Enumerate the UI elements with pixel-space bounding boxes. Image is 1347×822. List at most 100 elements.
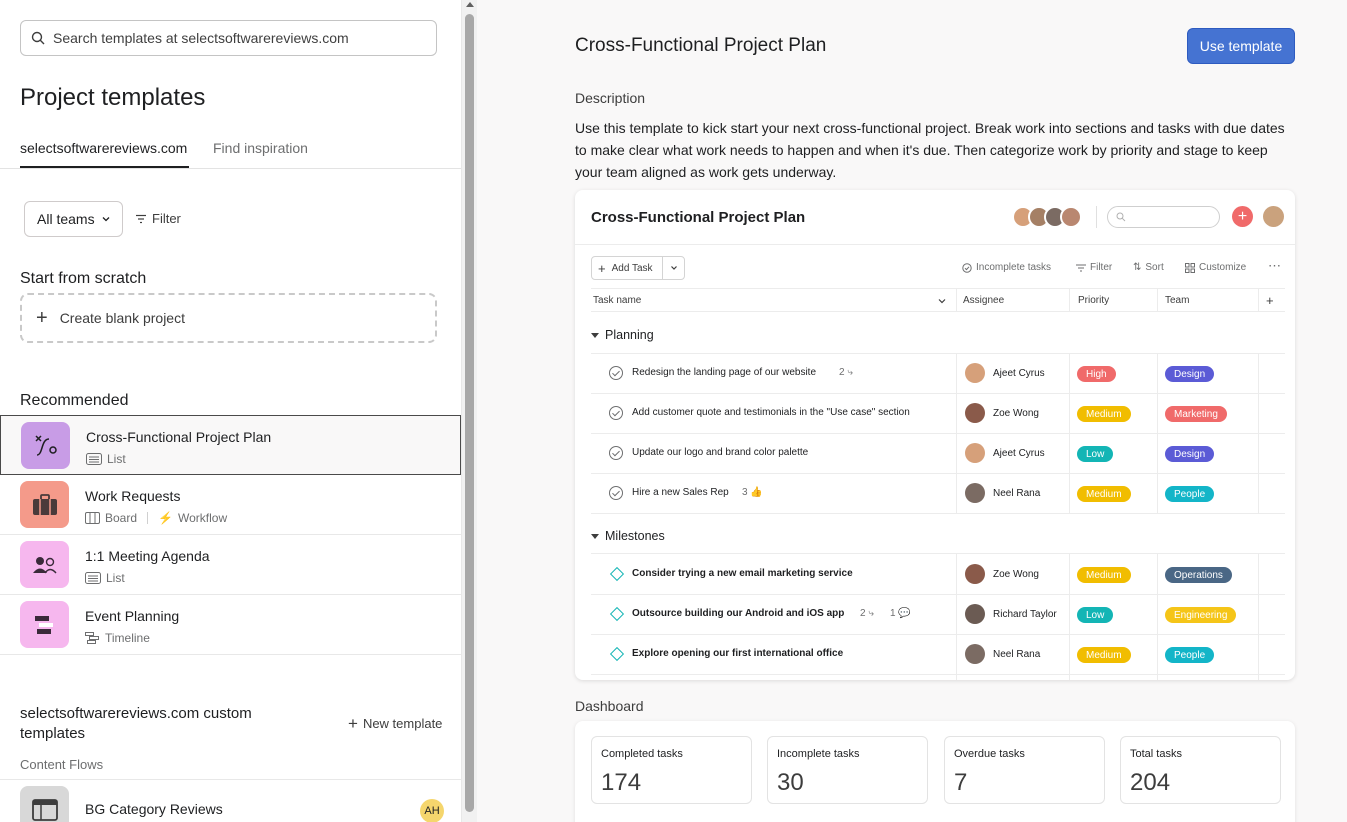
dashboard-preview: Completed tasks 174 Incomplete tasks 30 … <box>575 721 1295 822</box>
comment-number: 1 <box>890 608 896 619</box>
stat-card-completed: Completed tasks 174 <box>591 736 752 804</box>
teams-dropdown[interactable]: All teams <box>24 201 123 237</box>
section-name: Milestones <box>605 529 665 543</box>
col-priority: Priority <box>1078 295 1110 306</box>
thumbs-up-icon: 👍 <box>750 487 763 498</box>
sort-label: Sort <box>1145 262 1164 273</box>
scroll-up-arrow-icon[interactable] <box>466 2 474 7</box>
priority-badge: Medium <box>1077 647 1131 663</box>
avatar <box>1263 206 1284 227</box>
triangle-down-icon <box>591 533 599 539</box>
assignee-name: Neel Rana <box>993 648 1041 660</box>
template-item-work-requests[interactable]: Work Requests Board ⚡ Workflow <box>0 475 461 535</box>
task-name: Redesign the landing page of our website <box>632 367 817 378</box>
section-planning: Planning <box>591 328 654 342</box>
divider <box>956 288 957 312</box>
chevron-down-icon <box>102 217 110 222</box>
member-avatars <box>1012 206 1082 228</box>
template-views: List <box>86 452 126 466</box>
subtask-icon: ⤷ <box>868 608 874 619</box>
priority-badge: Low <box>1077 607 1114 623</box>
use-template-button[interactable]: Use template <box>1187 28 1295 64</box>
triangle-down-icon <box>591 332 599 338</box>
filter-button[interactable]: Filter <box>135 211 181 226</box>
divider <box>1069 288 1070 312</box>
dashboard-label: Dashboard <box>575 698 644 714</box>
section-name: Planning <box>605 328 654 342</box>
milestone-icon <box>609 606 625 622</box>
avatar: AH <box>420 799 444 822</box>
preview-sort: ⇅ Sort <box>1133 262 1164 273</box>
view-label: List <box>107 452 126 466</box>
divider <box>1096 206 1097 228</box>
template-title: Cross-Functional Project Plan <box>575 35 827 56</box>
assignee: Ajeet Cyrus <box>965 363 1045 383</box>
comment-count: 1 💬 <box>890 608 911 619</box>
assignee: Neel Rana <box>965 483 1040 503</box>
timeline-view-icon <box>85 632 99 644</box>
template-item-bg-category-reviews[interactable]: BG Category Reviews AH <box>0 779 461 822</box>
assignee: Zoe Wong <box>965 564 1039 584</box>
template-views: List <box>85 571 125 585</box>
add-icon: + <box>1232 206 1253 227</box>
filter-icon <box>136 214 146 223</box>
check-circle-icon <box>609 366 623 380</box>
new-template-button[interactable]: + New template <box>348 715 442 732</box>
subtask-number: 2 <box>860 608 866 619</box>
create-blank-project-label: Create blank project <box>59 310 185 326</box>
content-flows-label: Content Flows <box>20 757 104 772</box>
scratch-heading: Start from scratch <box>20 270 147 287</box>
team-badge: People <box>1165 486 1215 502</box>
check-circle-icon <box>609 446 623 460</box>
sidebar-scrollbar[interactable] <box>462 0 477 822</box>
template-name: Event Planning <box>85 608 180 624</box>
stat-value: 174 <box>601 769 642 796</box>
description-label: Description <box>575 90 646 106</box>
divider <box>591 553 1285 554</box>
table-row: Explore opening our first international … <box>591 635 1285 675</box>
scrollbar-thumb[interactable] <box>465 14 474 812</box>
avatar <box>1060 206 1082 228</box>
create-blank-project-button[interactable]: + Create blank project <box>20 293 437 343</box>
assignee: Richard Taylor <box>965 604 1057 624</box>
tab-organization[interactable]: selectsoftwarereviews.com <box>20 140 187 156</box>
col-team: Team <box>1165 295 1190 306</box>
task-name: Hire a new Sales Rep <box>632 487 729 498</box>
grid-icon <box>1185 262 1195 273</box>
template-item-meeting-agenda[interactable]: 1:1 Meeting Agenda List <box>0 535 461 595</box>
template-name: Cross-Functional Project Plan <box>86 429 272 445</box>
task-name: Consider trying a new email marketing se… <box>632 568 853 579</box>
template-item-cross-functional[interactable]: Cross-Functional Project Plan List <box>0 415 461 475</box>
divider <box>1157 288 1158 312</box>
check-circle-icon <box>609 486 623 500</box>
view-label: List <box>106 571 125 585</box>
customize-label: Customize <box>1199 262 1247 273</box>
filter-label: Filter <box>1090 262 1113 273</box>
assignee-name: Ajeet Cyrus <box>993 367 1045 379</box>
template-views: Timeline <box>85 631 150 645</box>
description-text: Use this template to kick start your nex… <box>575 120 1285 180</box>
template-search[interactable] <box>20 20 437 56</box>
add-task-label: Add Task <box>611 262 653 274</box>
assignee-name: Richard Taylor <box>993 608 1057 620</box>
template-item-event-planning[interactable]: Event Planning Timeline <box>0 595 461 655</box>
filter-icon <box>1076 264 1086 271</box>
view-label: Timeline <box>105 631 150 645</box>
list-view-icon <box>85 572 101 584</box>
more-icon: ⋯ <box>1268 258 1281 273</box>
chevron-down-icon <box>662 257 684 279</box>
recommended-heading: Recommended <box>20 392 129 409</box>
search-input[interactable] <box>53 30 413 46</box>
table-row: Hire a new Sales Rep 3 👍 Neel Rana Mediu… <box>591 474 1285 514</box>
custom-templates-heading: selectsoftwarereviews.com custom templat… <box>20 705 252 742</box>
add-column-icon: + <box>1266 293 1274 308</box>
assignee: Ajeet Cyrus <box>965 443 1045 463</box>
people-icon <box>20 541 69 588</box>
timeline-icon <box>20 601 69 648</box>
task-name: Explore opening our first international … <box>632 648 844 659</box>
tab-find-inspiration[interactable]: Find inspiration <box>213 140 308 156</box>
team-badge: Design <box>1165 446 1215 462</box>
template-preview: Cross-Functional Project Plan + + Add Ta… <box>575 190 1295 680</box>
filter-label: Filter <box>152 211 181 226</box>
preview-incomplete-tasks: Incomplete tasks <box>962 262 1051 273</box>
